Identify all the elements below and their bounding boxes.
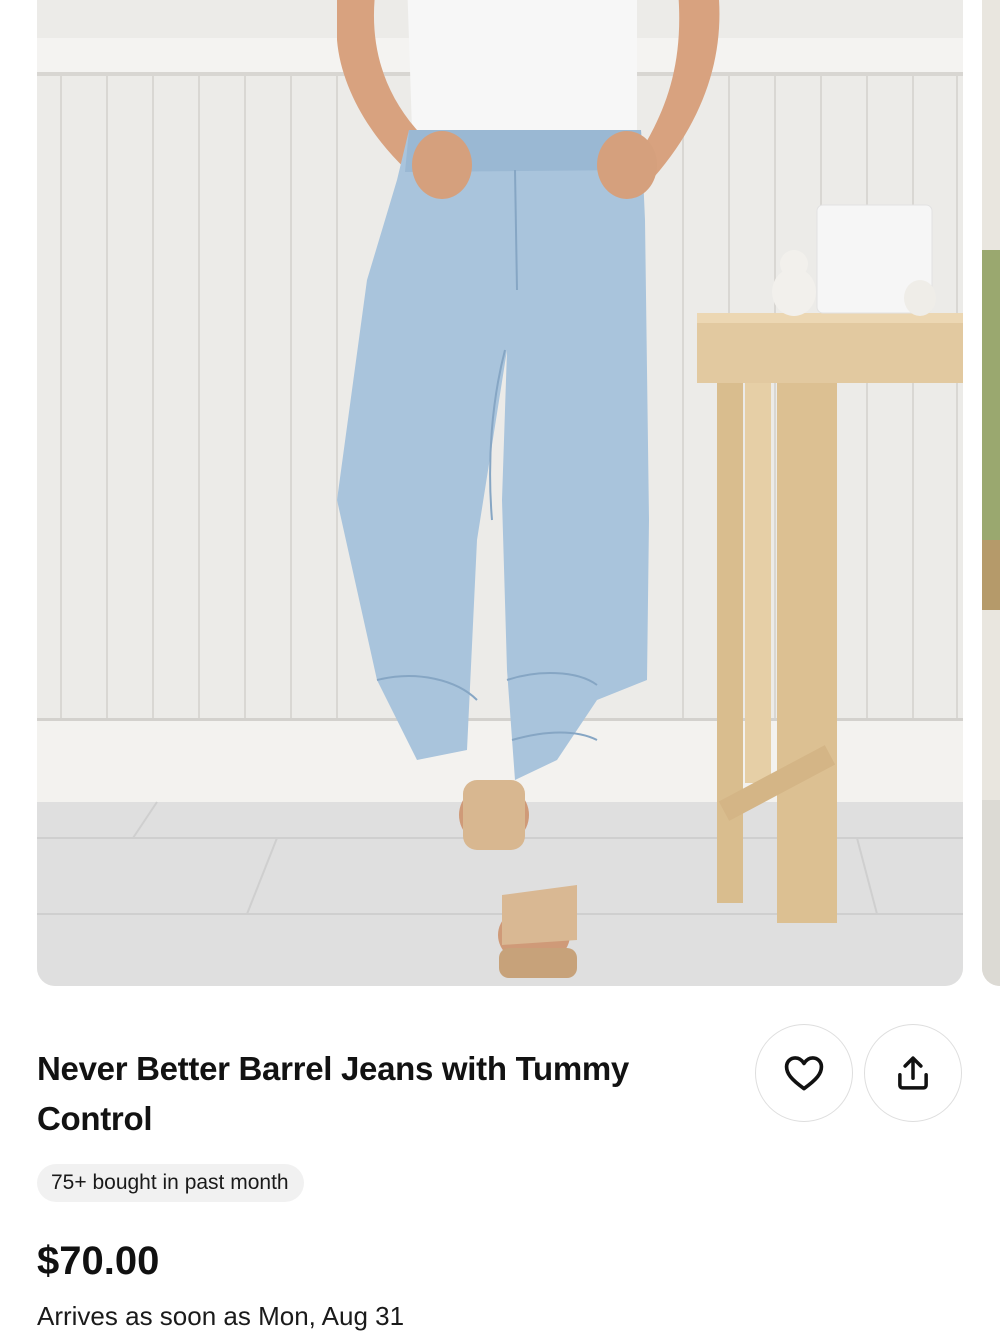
share-button[interactable] [864,1024,962,1122]
product-image-gallery[interactable] [0,0,1000,988]
product-price: $70.00 [37,1239,160,1283]
product-title: Never Better Barrel Jeans with Tummy Con… [37,1050,629,1137]
next-photo-illustration [982,0,1000,986]
heart-icon [784,1056,824,1091]
share-icon [898,1056,928,1090]
delivery-estimate: Arrives as soon as Mon, Aug 31 [37,1301,405,1331]
next-photo-peek[interactable] [982,0,1000,986]
favorite-button[interactable] [755,1024,853,1122]
product-photo-illustration [37,0,963,986]
social-proof-badge: 75+ bought in past month [37,1164,304,1202]
product-photo[interactable] [37,0,963,986]
